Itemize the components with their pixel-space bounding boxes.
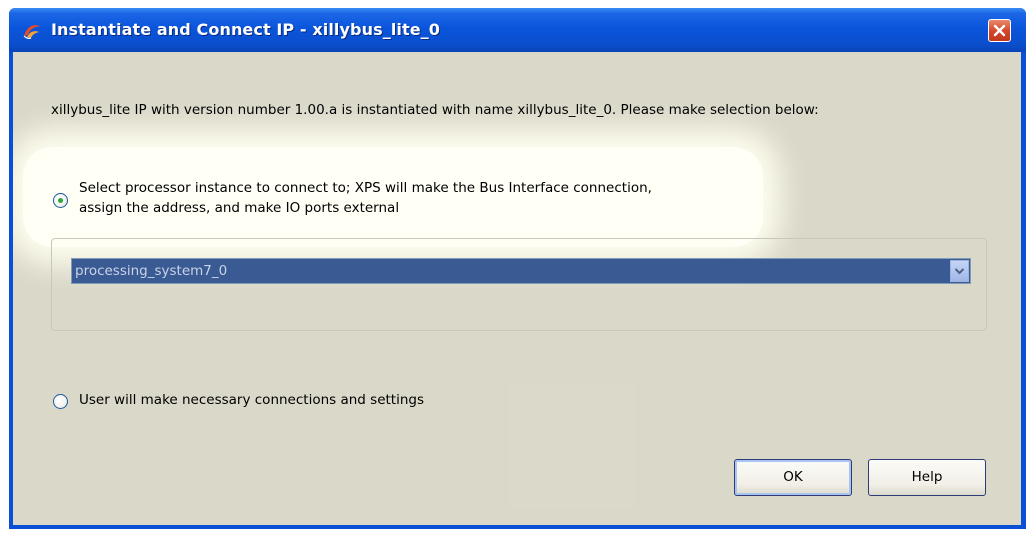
radio-label-line1: Select processor instance to connect to;… [79, 180, 652, 196]
info-text: xillybus_lite IP with version number 1.0… [51, 102, 819, 118]
radio-user-connections[interactable] [53, 394, 68, 409]
dialog-body: xillybus_lite IP with version number 1.0… [13, 52, 1021, 525]
xilinx-app-icon [23, 25, 40, 39]
radio-user-connections-label[interactable]: User will make necessary connections and… [79, 392, 424, 408]
radio-label-line2: assign the address, and make IO ports ex… [79, 200, 400, 216]
radio-select-processor-label[interactable]: Select processor instance to connect to;… [79, 178, 759, 218]
radio-selected-dot [58, 198, 63, 203]
help-button[interactable]: Help [868, 459, 986, 496]
ok-button[interactable]: OK [734, 459, 852, 496]
chevron-down-icon [954, 268, 965, 275]
close-icon [993, 24, 1006, 37]
processor-groupbox [51, 238, 987, 331]
dropdown-button[interactable] [950, 260, 969, 282]
title-bar[interactable]: Instantiate and Connect IP - xillybus_li… [9, 8, 1026, 52]
dialog-window: Instantiate and Connect IP - xillybus_li… [9, 8, 1026, 529]
dropdown-value: processing_system7_0 [75, 263, 228, 279]
window-title: Instantiate and Connect IP - xillybus_li… [51, 20, 441, 39]
radio-select-processor[interactable] [53, 193, 68, 208]
close-button[interactable] [988, 19, 1011, 42]
processor-instance-dropdown[interactable]: processing_system7_0 [71, 258, 971, 284]
